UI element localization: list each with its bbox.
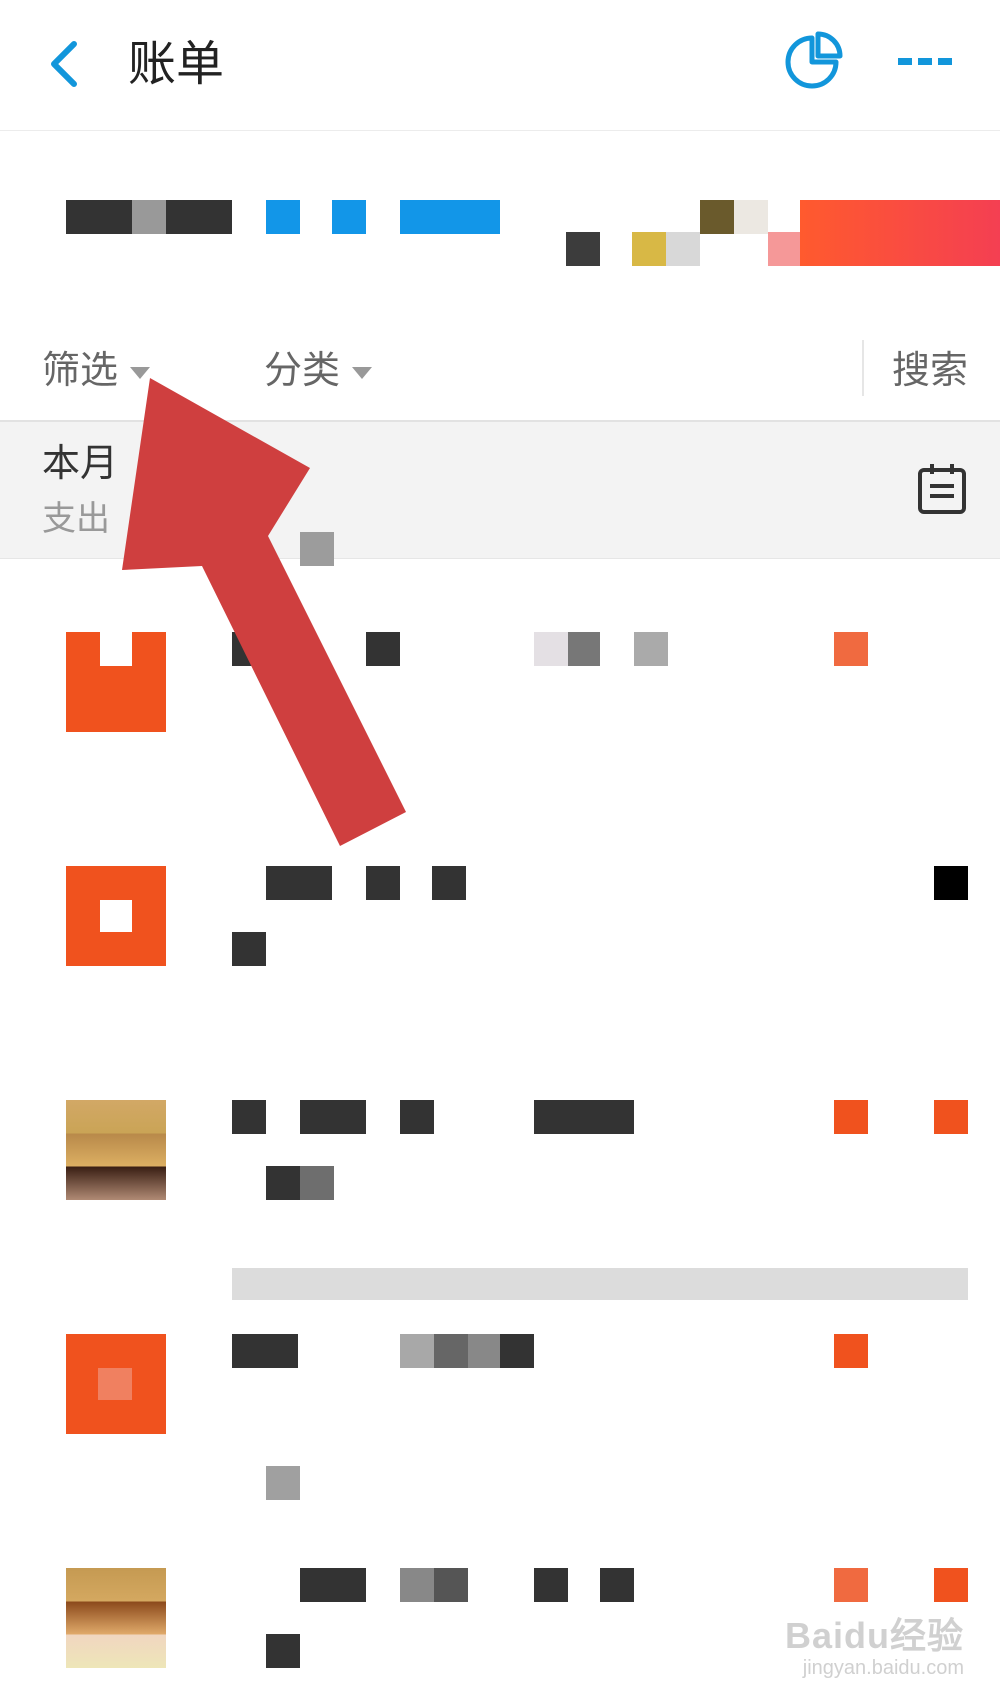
pixelated-title	[434, 1334, 468, 1368]
pixelated-title	[366, 632, 400, 666]
caret-down-icon	[130, 366, 151, 379]
page-title: 账单	[128, 36, 225, 92]
search-button[interactable]: 搜索	[892, 340, 968, 400]
divider	[232, 1268, 968, 1300]
pixelated-amount	[834, 1100, 868, 1134]
caret-down-icon	[352, 366, 373, 379]
pixelated-title	[600, 1568, 634, 1602]
expense-label: 支出	[42, 499, 110, 539]
month-section-header	[0, 422, 1000, 559]
pixelated-title	[432, 866, 466, 900]
merchant-icon	[66, 1334, 166, 1434]
pixelated-title	[400, 1100, 434, 1134]
pixelated-title	[434, 1568, 468, 1602]
pixelated-sub	[266, 1166, 300, 1200]
pixelated-sub	[232, 932, 266, 966]
pixelated-title	[400, 1334, 434, 1368]
pixelated-amount	[934, 1100, 968, 1134]
list-item[interactable]	[0, 866, 1000, 1098]
list-item[interactable]	[0, 1334, 1000, 1566]
chevron-left-icon	[51, 41, 77, 87]
list-item[interactable]	[0, 632, 1000, 864]
filter-dropdown[interactable]: 筛选	[42, 340, 151, 400]
more-button[interactable]	[890, 40, 960, 84]
category-label: 分类	[264, 348, 341, 392]
pixelated-title	[300, 1100, 366, 1134]
watermark-brand: Baidu经验	[784, 1615, 964, 1656]
pixelated-title	[400, 1568, 434, 1602]
pixelated-title	[232, 632, 266, 666]
watermark: Baidu经验 jingyan.baidu.com	[764, 1607, 964, 1687]
pixelated-amount	[300, 532, 334, 566]
pixelated-amount	[934, 1568, 968, 1602]
pixelated-sub	[266, 1634, 300, 1668]
divider	[862, 340, 864, 396]
pixelated-title	[634, 632, 668, 666]
pixelated-title	[232, 1334, 298, 1368]
merchant-icon	[66, 866, 166, 966]
pixelated-title	[366, 866, 400, 900]
category-dropdown[interactable]: 分类	[264, 340, 373, 400]
calendar-icon	[918, 464, 966, 514]
month-label: 本月	[42, 441, 119, 485]
merchant-icon	[66, 632, 166, 732]
filter-label: 筛选	[42, 348, 119, 392]
calendar-button[interactable]	[912, 460, 972, 520]
pixelated-title	[534, 1568, 568, 1602]
pixelated-title	[300, 1568, 366, 1602]
pixelated-title	[500, 1334, 534, 1368]
pixelated-title	[232, 1100, 266, 1134]
pixelated-sub	[266, 1466, 300, 1500]
pixelated-amount	[834, 1568, 868, 1602]
pixelated-title	[568, 632, 600, 666]
pixelated-amount	[934, 866, 968, 900]
back-button[interactable]	[40, 28, 96, 100]
pixelated-title	[534, 632, 568, 666]
merchant-icon	[66, 1100, 166, 1200]
merchant-icon	[66, 1568, 166, 1668]
pixelated-amount	[834, 1334, 868, 1368]
more-dots-icon	[898, 58, 952, 65]
watermark-url: jingyan.baidu.com	[802, 1657, 964, 1679]
pie-chart-icon	[785, 31, 843, 89]
pixelated-title	[534, 1100, 634, 1134]
pixelated-sub	[300, 1166, 334, 1200]
pixelated-title	[468, 1334, 500, 1368]
statistics-button[interactable]	[780, 30, 844, 94]
search-label: 搜索	[892, 348, 969, 392]
pixelated-amount	[834, 632, 868, 666]
account-banner	[0, 130, 1000, 320]
pixelated-title	[266, 866, 332, 900]
